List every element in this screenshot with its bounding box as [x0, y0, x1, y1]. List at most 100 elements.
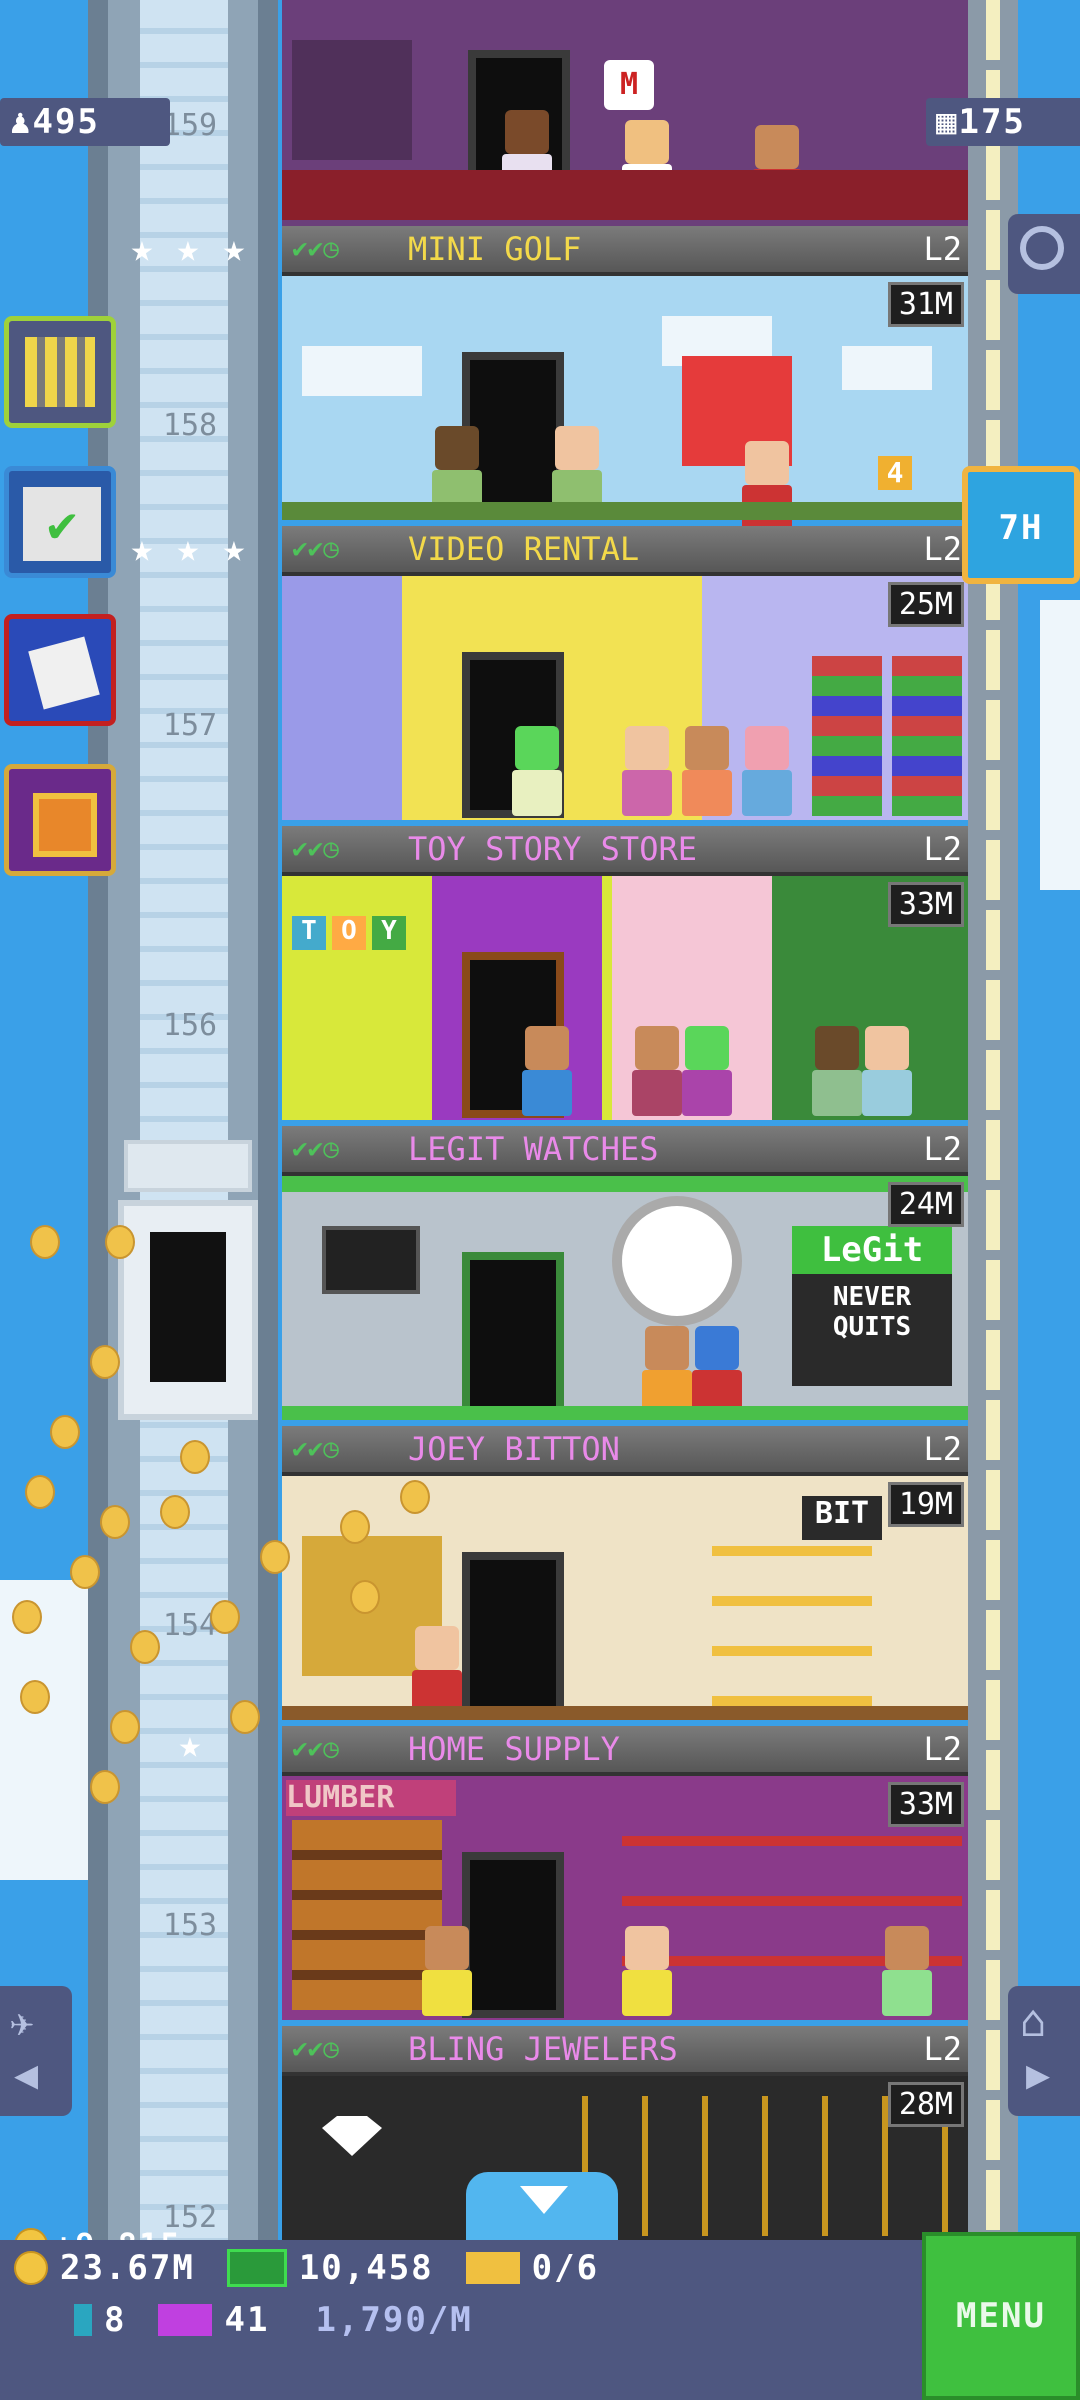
floor-price: 28M	[887, 2082, 964, 2127]
build-floor-button[interactable]	[4, 316, 116, 428]
star-icon: ★	[178, 1722, 202, 1766]
arrow-right-icon: ▶	[1026, 2052, 1051, 2098]
floor-number: 153	[162, 1908, 218, 1943]
bit-sign: BIT	[802, 1496, 882, 1540]
checklist-icon: ✔	[23, 487, 101, 561]
timer-button[interactable]: 7H	[962, 466, 1080, 584]
floor-video-rental[interactable]: ✔✔◷ VIDEO RENTAL L2 25M	[282, 526, 968, 826]
timer-label: 7H	[998, 508, 1044, 548]
floor-number: 156	[162, 1008, 218, 1043]
building-rail	[968, 0, 1018, 2240]
floor-title: BLING JEWELERS	[408, 2030, 678, 2068]
visitor[interactable]	[522, 1026, 572, 1116]
building-icon	[25, 337, 95, 407]
vip-icon	[158, 2304, 213, 2336]
coin-icon	[20, 1680, 50, 1714]
visitor[interactable]	[622, 726, 672, 816]
arrow-left-icon: ◀	[14, 2052, 39, 2098]
check-icons: ✔✔◷	[292, 2034, 339, 2064]
lobby-button[interactable]: ✈ ◀	[0, 1986, 72, 2116]
search-icon	[1020, 226, 1064, 270]
check-icons: ✔✔◷	[292, 234, 339, 264]
visitor[interactable]	[682, 1026, 732, 1116]
population-counter[interactable]: ♟495	[0, 98, 170, 146]
tickets-value: 0/6	[531, 2248, 600, 2288]
star-icon: ★	[222, 526, 246, 570]
toy-letters: T O Y	[292, 916, 406, 950]
calendar-button[interactable]	[4, 614, 116, 726]
floor-level: L2	[923, 1430, 962, 1468]
visitor[interactable]	[682, 726, 732, 816]
visitor[interactable]	[422, 1926, 472, 2016]
blue-count: 8	[104, 2300, 127, 2340]
floor-title: MINI GOLF	[408, 230, 582, 268]
visitor[interactable]	[862, 1026, 912, 1116]
visitor[interactable]	[412, 1626, 462, 1716]
coin-icon	[160, 1495, 190, 1529]
bux-counter[interactable]: ▦175	[926, 98, 1080, 146]
visitor[interactable]	[632, 1026, 682, 1116]
floor-joey-bitton[interactable]: ✔✔◷ JOEY BITTON L2 BIT 19M	[282, 1426, 968, 1726]
cash-icon	[226, 2249, 287, 2287]
visitor[interactable]	[692, 1326, 742, 1416]
floor-legit-watches[interactable]: ✔✔◷ LEGIT WATCHES L2 LeGit NEVER QUITS 24M	[282, 1126, 968, 1426]
cash-value: 10,458	[298, 2248, 434, 2288]
floor-title: LEGIT WATCHES	[408, 1130, 659, 1168]
star-icon: ★	[130, 226, 154, 270]
elevator-car[interactable]	[118, 1200, 258, 1420]
population-value: 495	[32, 102, 100, 142]
coin-icon	[14, 2251, 48, 2285]
toy-letter: Y	[372, 916, 406, 950]
floor-home-supply[interactable]: ✔✔◷ HOME SUPPLY L2 LUMBER 33M	[282, 1726, 968, 2026]
elevator-cable-top	[124, 1140, 252, 1192]
visitor[interactable]	[882, 1926, 932, 2016]
floor-title: TOY STORY STORE	[408, 830, 697, 868]
star-icon: ★	[176, 526, 200, 570]
floor-toy-story-store[interactable]: ✔✔◷ TOY STORY STORE L2 T O Y 33M	[282, 826, 968, 1126]
diamond-icon	[322, 2116, 382, 2156]
building-icon: ▦	[936, 102, 959, 142]
bitizen-icon	[74, 2304, 92, 2336]
missions-button[interactable]: ✔	[4, 466, 116, 578]
coin-icon	[90, 1770, 120, 1804]
scroll-down-button[interactable]	[466, 2172, 618, 2242]
floor-level: L2	[923, 1730, 962, 1768]
floor-price: 19M	[887, 1482, 964, 1527]
home-button[interactable]: ⌂ ▶	[1008, 1986, 1080, 2116]
visitor[interactable]	[812, 1026, 862, 1116]
floor-price: 33M	[887, 882, 964, 927]
star-icon: ★	[130, 526, 154, 570]
menu-button[interactable]: MENU	[922, 2232, 1080, 2400]
check-icons: ✔✔◷	[292, 834, 339, 864]
check-icons: ✔✔◷	[292, 534, 339, 564]
visitor[interactable]	[622, 1926, 672, 2016]
visitor[interactable]	[642, 1326, 692, 1416]
floor-level: L2	[923, 230, 962, 268]
coin-rate: 1,790/M	[315, 2300, 473, 2340]
floor-bling-jewelers[interactable]: ✔✔◷ BLING JEWELERS L2 28M	[282, 2026, 968, 2240]
elevator-shaft	[88, 0, 278, 2240]
check-icons: ✔✔◷	[292, 1134, 339, 1164]
legit-sign-text: LeGit	[792, 1226, 952, 1274]
gift-icon	[33, 793, 97, 857]
cloud	[1040, 600, 1080, 890]
plane-icon: ✈	[10, 2000, 35, 2046]
ticket-icon	[465, 2252, 520, 2284]
bux-value: 175	[958, 102, 1026, 142]
floor-level: L2	[923, 530, 962, 568]
bottom-hud: 23.67M 10,458 0/6 8 41 1,790/M	[0, 2240, 1080, 2400]
legit-sign: LeGit NEVER QUITS	[792, 1226, 952, 1386]
floor-price: 25M	[887, 582, 964, 627]
coin-icon	[30, 1225, 60, 1259]
search-button[interactable]	[1008, 214, 1080, 294]
floor-mini-golf[interactable]: ✔✔◷ MINI GOLF L2 4 31M	[282, 226, 968, 531]
lumber-sign: LUMBER	[286, 1780, 456, 1816]
floor-level: L2	[923, 830, 962, 868]
visitor[interactable]	[742, 726, 792, 816]
coin-icon	[110, 1710, 140, 1744]
coin-icon	[130, 1630, 160, 1664]
visitor[interactable]	[512, 726, 562, 816]
gift-button[interactable]	[4, 764, 116, 876]
top-floor-room[interactable]: M	[282, 0, 968, 226]
coin-icon	[180, 1440, 210, 1474]
